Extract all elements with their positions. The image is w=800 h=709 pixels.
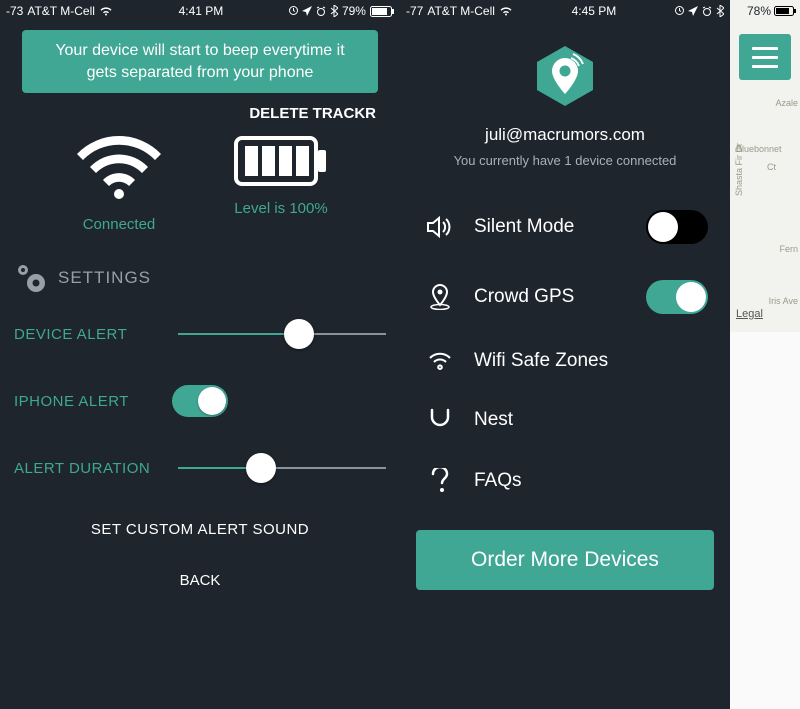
map-panel[interactable]: 78% Azale Bluebonnet Ct Shasta Fir Dr Fe… xyxy=(730,0,800,709)
iphone-alert-label: IPHONE ALERT xyxy=(14,393,172,410)
signal-strength: -77 xyxy=(406,4,423,18)
device-alert-row: DEVICE ALERT xyxy=(0,319,400,385)
separation-banner: Your device will start to beep everytime… xyxy=(22,30,378,93)
alarm-icon xyxy=(316,6,326,16)
speaker-icon xyxy=(426,216,454,238)
screen-account-menu: -77 AT&T M-Cell 4:45 PM juli@macrumors.c… xyxy=(400,0,800,709)
clock: 4:45 PM xyxy=(572,4,617,18)
wifi-icon xyxy=(426,351,454,371)
iphone-alert-row: IPHONE ALERT xyxy=(0,385,400,453)
silent-mode-toggle[interactable] xyxy=(646,210,708,244)
gear-icon xyxy=(14,263,48,293)
battery-percent: 79% xyxy=(342,4,366,18)
signal-strength: -73 xyxy=(6,4,23,18)
menu-label: Wifi Safe Zones xyxy=(474,350,708,372)
menu-label: Silent Mode xyxy=(474,216,626,238)
battery-icon xyxy=(774,6,796,16)
back-button[interactable]: BACK xyxy=(0,566,400,589)
menu-label: FAQs xyxy=(474,470,708,492)
settings-header: SETTINGS xyxy=(0,263,400,319)
road-label: Fern xyxy=(779,244,798,254)
battery-percent: 78% xyxy=(747,4,771,18)
bluetooth-icon xyxy=(716,5,724,17)
alarm-icon xyxy=(702,6,712,16)
road-label: Iris Ave xyxy=(769,296,798,306)
device-alert-slider[interactable] xyxy=(178,319,386,349)
connection-status: Connected xyxy=(44,136,194,233)
question-icon xyxy=(426,468,454,494)
location-icon xyxy=(302,6,312,16)
order-more-button[interactable]: Order More Devices xyxy=(416,530,714,590)
menu-label: Nest xyxy=(474,409,708,431)
battery-status: Level is 100% xyxy=(206,136,356,233)
device-status-row: Connected Level is 100% xyxy=(0,136,400,263)
menu-toggle-button[interactable] xyxy=(739,34,791,80)
alert-duration-row: ALERT DURATION xyxy=(0,453,400,519)
location-icon xyxy=(688,6,698,16)
device-count-text: You currently have 1 device connected xyxy=(400,153,730,192)
battery-large-icon xyxy=(234,136,328,186)
settings-label: SETTINGS xyxy=(58,268,151,288)
map-blank-area xyxy=(730,332,800,709)
nest-icon xyxy=(426,408,454,432)
alert-duration-label: ALERT DURATION xyxy=(14,460,172,477)
clock: 4:41 PM xyxy=(179,4,224,18)
connected-label: Connected xyxy=(83,216,156,233)
map-legal-link[interactable]: Legal xyxy=(736,308,763,320)
status-bar: -77 AT&T M-Cell 4:45 PM xyxy=(400,0,730,22)
pin-icon xyxy=(426,284,454,310)
delete-trackr-button[interactable]: DELETE TRACKR xyxy=(0,105,400,136)
side-drawer: -77 AT&T M-Cell 4:45 PM juli@macrumors.c… xyxy=(400,0,730,709)
iphone-alert-toggle[interactable] xyxy=(172,385,228,417)
account-email: juli@macrumors.com xyxy=(400,125,730,153)
battery-level-label: Level is 100% xyxy=(234,200,327,217)
road-label: Azale xyxy=(775,98,798,108)
status-bar: -73 AT&T M-Cell 4:41 PM 79% xyxy=(0,0,400,22)
menu-silent-mode[interactable]: Silent Mode xyxy=(400,192,730,262)
road-label: Ct xyxy=(767,162,776,172)
battery-icon xyxy=(370,6,394,17)
wifi-large-icon xyxy=(73,136,165,202)
trackr-logo xyxy=(400,22,730,125)
crowd-gps-toggle[interactable] xyxy=(646,280,708,314)
wifi-icon xyxy=(99,6,113,16)
menu-crowd-gps[interactable]: Crowd GPS xyxy=(400,262,730,332)
road-label: Shasta Fir Dr xyxy=(734,143,744,196)
screen-settings: -73 AT&T M-Cell 4:41 PM 79% Your device … xyxy=(0,0,400,709)
alert-duration-slider[interactable] xyxy=(178,453,386,483)
menu-label: Crowd GPS xyxy=(474,286,626,308)
device-alert-label: DEVICE ALERT xyxy=(14,326,172,343)
bluetooth-icon xyxy=(330,5,338,17)
menu-faqs[interactable]: FAQs xyxy=(400,450,730,512)
lock-icon xyxy=(675,6,684,17)
trackr-logo-icon xyxy=(533,44,597,108)
carrier-label: AT&T M-Cell xyxy=(27,4,95,18)
set-custom-sound-button[interactable]: SET CUSTOM ALERT SOUND xyxy=(0,519,400,566)
wifi-icon xyxy=(499,6,513,16)
carrier-label: AT&T M-Cell xyxy=(427,4,495,18)
menu-nest[interactable]: Nest xyxy=(400,390,730,450)
menu-wifi-zones[interactable]: Wifi Safe Zones xyxy=(400,332,730,390)
lock-icon xyxy=(289,6,298,17)
